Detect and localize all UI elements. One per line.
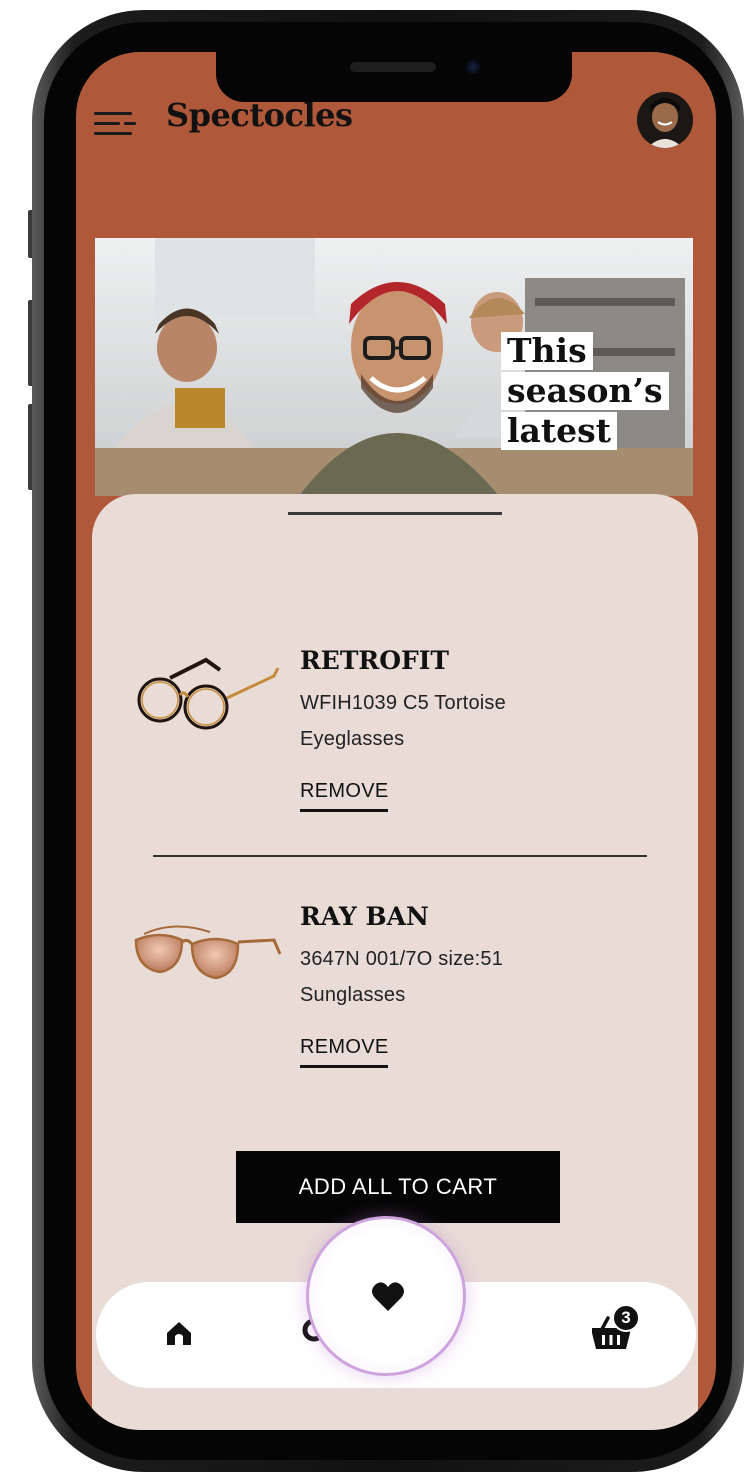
tab-wishlist[interactable] bbox=[306, 1216, 466, 1376]
wishlist-item: RETROFIT WFIH1039 C5 Tortoise Eyeglasses… bbox=[92, 646, 698, 826]
item-name: RETROFIT bbox=[300, 646, 450, 675]
app-title: Spectocles bbox=[166, 96, 353, 134]
item-model: WFIH1039 C5 Tortoise bbox=[300, 692, 506, 714]
hero-caption-line: This bbox=[501, 332, 593, 370]
hero-caption-line: latest bbox=[501, 412, 617, 450]
item-name: RAY BAN bbox=[300, 902, 429, 931]
round-eyeglasses-icon[interactable] bbox=[124, 650, 284, 738]
speaker-grille bbox=[350, 62, 436, 72]
add-all-to-cart-button[interactable]: ADD ALL TO CART bbox=[236, 1151, 560, 1223]
aviator-sunglasses-icon[interactable] bbox=[124, 906, 284, 994]
item-divider bbox=[153, 855, 647, 857]
front-camera bbox=[466, 60, 480, 74]
remove-button[interactable]: REMOVE bbox=[300, 1036, 389, 1068]
tab-basket[interactable]: 3 bbox=[576, 1282, 646, 1388]
hero-caption-line: season’s bbox=[501, 372, 669, 410]
home-icon bbox=[163, 1317, 195, 1354]
sheet-handle[interactable] bbox=[288, 512, 502, 515]
hero-caption: This season’s latest bbox=[501, 332, 669, 452]
wishlist-item: RAY BAN 3647N 001/7O size:51 Sunglasses … bbox=[92, 902, 698, 1082]
remove-button[interactable]: REMOVE bbox=[300, 780, 389, 812]
menu-icon[interactable] bbox=[94, 110, 140, 138]
heart-icon bbox=[371, 1281, 405, 1318]
hero-banner[interactable]: This season’s latest bbox=[95, 238, 693, 496]
avatar[interactable] bbox=[637, 92, 693, 148]
item-model: 3647N 001/7O size:51 bbox=[300, 948, 504, 970]
notch bbox=[216, 52, 572, 102]
item-type: Sunglasses bbox=[300, 984, 406, 1006]
tab-home[interactable] bbox=[144, 1282, 214, 1388]
item-type: Eyeglasses bbox=[300, 728, 405, 750]
cart-count-badge: 3 bbox=[612, 1304, 640, 1332]
